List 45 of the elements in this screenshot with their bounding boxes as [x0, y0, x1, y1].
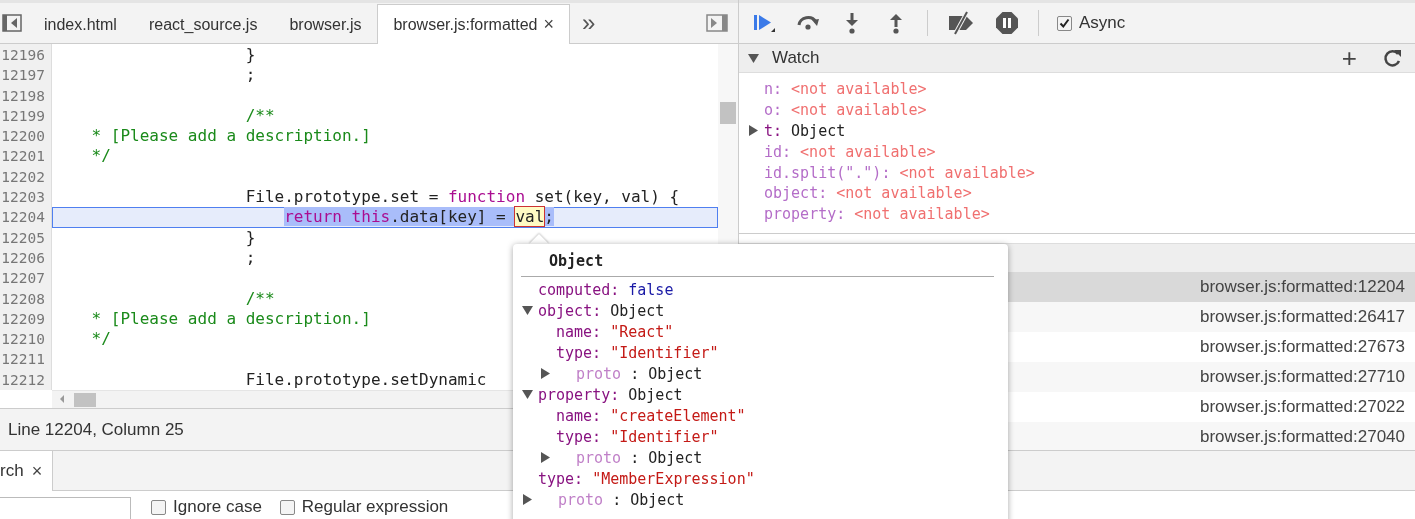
- line-number: 12208: [0, 289, 46, 309]
- property-row-text: computed: false: [537, 279, 675, 300]
- property-row-text: type: "MemberExpression": [537, 468, 756, 489]
- property-row-text: type: "Identifier": [555, 342, 720, 363]
- line-number: 12203: [0, 188, 46, 208]
- code-text: * [Please add a description.]: [91, 308, 371, 328]
- line-number: 12205: [0, 228, 46, 248]
- line-number: 12207: [0, 269, 46, 289]
- line-number: 12204: [0, 208, 46, 228]
- checkbox-label: Ignore case: [173, 497, 262, 517]
- code-text: set(key, val) {: [534, 187, 680, 207]
- code-text: ;: [245, 65, 256, 85]
- line-number: 12211: [0, 350, 46, 370]
- code-text: ;: [544, 207, 554, 227]
- line-number: 12212: [0, 370, 46, 390]
- code-text: val: [515, 207, 545, 227]
- code-text: .data[key] =: [390, 207, 516, 227]
- code-text: }: [245, 227, 256, 247]
- line-number: 12198: [0, 86, 46, 106]
- property-row-text: type: "Identifier": [555, 426, 720, 447]
- code-text: File.prototype.setDynamic: [245, 369, 487, 389]
- popover-title: Object: [521, 244, 994, 277]
- code-text: * [Please add a description.]: [91, 126, 371, 146]
- code-text: */: [91, 146, 111, 166]
- line-number: 12196: [0, 46, 46, 65]
- line-number: 12201: [0, 147, 46, 167]
- code-text: File.prototype.set =: [245, 187, 440, 207]
- line-number: 12202: [0, 167, 46, 187]
- line-number: 12197: [0, 66, 46, 86]
- code-text: ;: [245, 247, 256, 267]
- code-text: /**: [245, 288, 275, 308]
- code-text: /**: [245, 105, 275, 125]
- code-text: function: [447, 187, 525, 207]
- line-number: 12210: [0, 330, 46, 350]
- code-text: return this: [284, 207, 391, 227]
- checkbox-label: Async: [1079, 13, 1126, 33]
- code-text: */: [91, 329, 111, 349]
- line-number: 12200: [0, 127, 46, 147]
- cursor-position: Line 12204, Column 25: [8, 419, 184, 440]
- line-number: 12206: [0, 248, 46, 268]
- line-number: 12209: [0, 309, 46, 329]
- property-row-text: name: "React": [555, 321, 675, 342]
- checkbox-label: Regular expression: [301, 497, 449, 517]
- code-text: }: [245, 45, 256, 64]
- line-number: 12199: [0, 106, 46, 126]
